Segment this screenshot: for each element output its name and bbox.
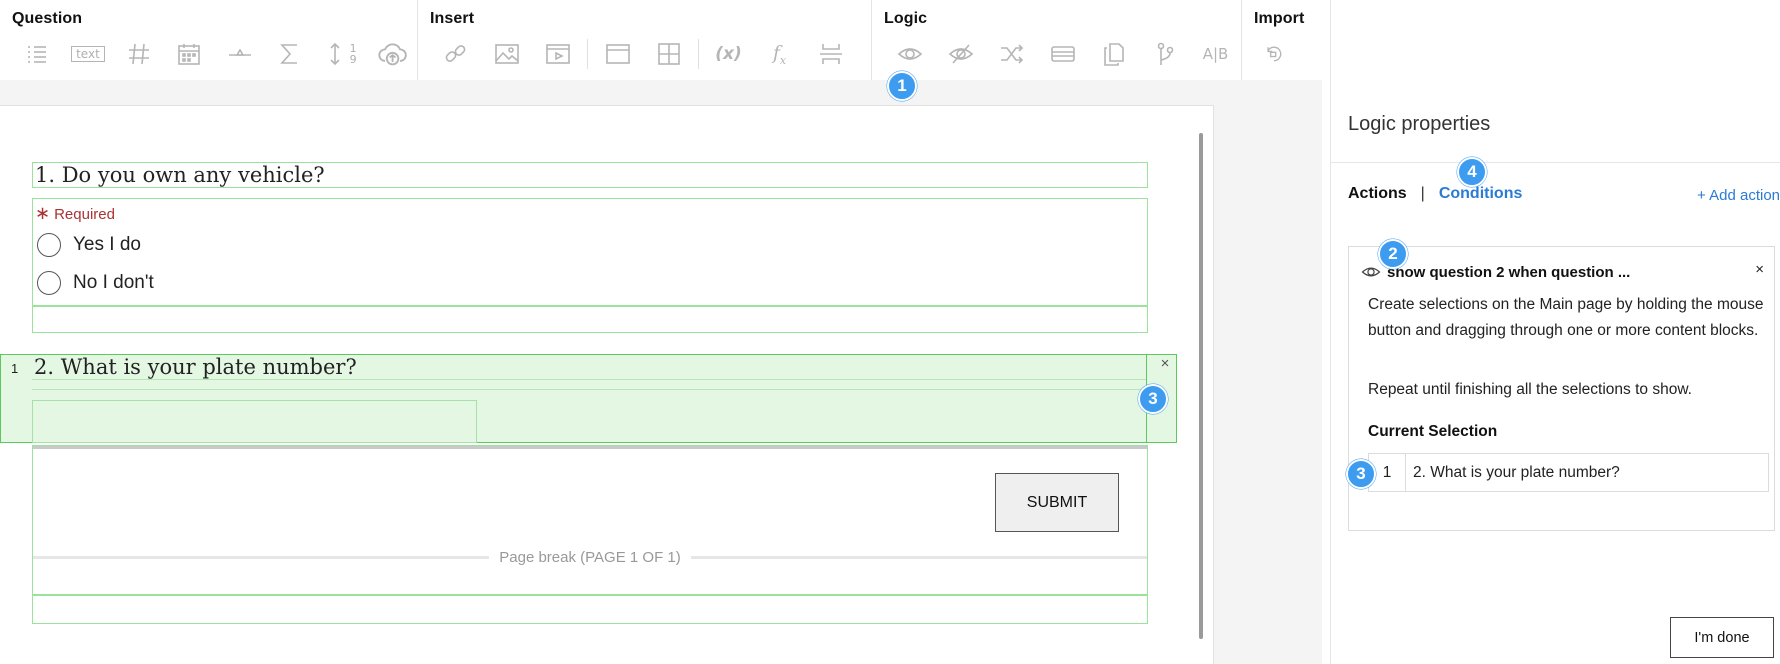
ab-split-icon[interactable]: A|B [1190,38,1241,70]
list-icon[interactable] [12,38,63,70]
table-grid-icon[interactable] [643,38,694,70]
function-icon[interactable]: fx [754,38,805,70]
text-field-icon[interactable]: text [63,38,114,70]
done-button[interactable]: I'm done [1670,617,1774,658]
hide-eye-icon[interactable] [935,38,986,70]
submit-button[interactable]: SUBMIT [995,473,1119,532]
logic-properties-panel: Logic properties Actions | Conditions + … [1330,0,1780,664]
show-eye-icon[interactable] [884,38,935,70]
question-1-title[interactable]: 1. Do you own any vehicle? [32,162,1148,188]
number-hash-icon[interactable] [113,38,164,70]
toolbar-group-import: Import [1242,0,1322,80]
empty-content-block[interactable] [32,595,1148,624]
radio-circle[interactable] [37,233,61,257]
step-badge-3-panel: 3 [1346,459,1376,489]
tab-actions[interactable]: Actions [1348,185,1407,203]
branch-icon[interactable] [1139,38,1190,70]
copy-icon[interactable] [1088,38,1139,70]
shuffle-icon[interactable] [986,38,1037,70]
radio-option-no[interactable]: No I don't [37,271,154,295]
radio-option-yes[interactable]: Yes I do [37,233,141,257]
plate-number-input[interactable] [32,400,477,443]
page-break: Page break (PAGE 1 OF 1) [33,549,1147,566]
section-icon[interactable] [592,38,643,70]
toolbar: Question text 19 Insert (x) fx Logic A|B… [0,0,1322,80]
group-title-insert: Insert [430,10,475,27]
remove-selection-button[interactable]: × [1154,354,1176,374]
action-title: show question 2 when question ... [1387,263,1631,281]
panel-tabs: Actions | Conditions [1348,185,1522,203]
selection-number: 1 [11,361,19,376]
vertical-scrollbar[interactable] [1199,133,1203,639]
link-icon[interactable] [430,38,481,70]
show-eye-icon [1361,267,1381,277]
group-title-question: Question [12,10,83,27]
sum-icon[interactable] [265,38,316,70]
variable-icon[interactable]: (x) [703,38,754,70]
block-divider [33,446,1147,449]
empty-content-block[interactable] [32,306,1148,333]
block-divider [32,389,1146,390]
selection-row-title: 2. What is your plate number? [1413,463,1620,481]
toolbar-group-question: Question text 19 [0,0,418,80]
sort-numeric-icon[interactable]: 19 [316,38,367,70]
instruction-text-repeat: Repeat until finishing all the selection… [1368,381,1692,398]
step-badge-4: 4 [1457,157,1487,187]
instruction-text: Create selections on the Main page by ho… [1368,296,1764,339]
required-label: Required [54,206,115,223]
toolbar-group-insert: Insert (x) fx [418,0,872,80]
group-title-import: Import [1254,10,1305,27]
action-card: show question 2 when question ... × Crea… [1348,246,1775,531]
question-2-title[interactable]: 2. What is your plate number? [32,354,1146,380]
import-icon[interactable] [1254,38,1294,70]
video-icon[interactable] [532,38,583,70]
panel-title: Logic properties [1348,113,1491,135]
step-badge-3: 3 [1138,384,1168,414]
image-icon[interactable] [481,38,532,70]
page-break-label: Page break (PAGE 1 OF 1) [499,549,681,566]
form-builder-app: Question text 19 Insert (x) fx Logic A|B… [0,0,1780,664]
add-action-link[interactable]: + Add action [1697,187,1780,204]
cloud-upload-icon[interactable] [366,38,417,70]
tab-separator: | [1420,185,1425,202]
slider-icon[interactable] [215,38,266,70]
step-badge-1: 1 [887,71,917,101]
current-selection-label: Current Selection [1368,423,1498,440]
page-break-icon[interactable] [805,38,856,70]
toolbar-group-logic: Logic A|B [872,0,1242,80]
separator [587,39,588,69]
question-1-body[interactable]: ∗ Required Yes I do No I don't [32,198,1148,306]
group-title-logic: Logic [884,10,928,27]
selection-row[interactable]: 1 2. What is your plate number? [1368,453,1769,492]
field-block-icon[interactable] [1037,38,1088,70]
tab-conditions[interactable]: Conditions [1439,185,1523,203]
remove-action-button[interactable]: × [1755,261,1764,278]
calendar-icon[interactable] [164,38,215,70]
step-badge-2: 2 [1378,239,1408,269]
separator [698,39,699,69]
radio-circle[interactable] [37,271,61,295]
required-asterisk: ∗ [35,203,51,223]
required-indicator: ∗ Required [35,203,119,224]
submit-block[interactable]: SUBMIT Page break (PAGE 1 OF 1) [32,445,1148,595]
divider [1331,162,1780,163]
